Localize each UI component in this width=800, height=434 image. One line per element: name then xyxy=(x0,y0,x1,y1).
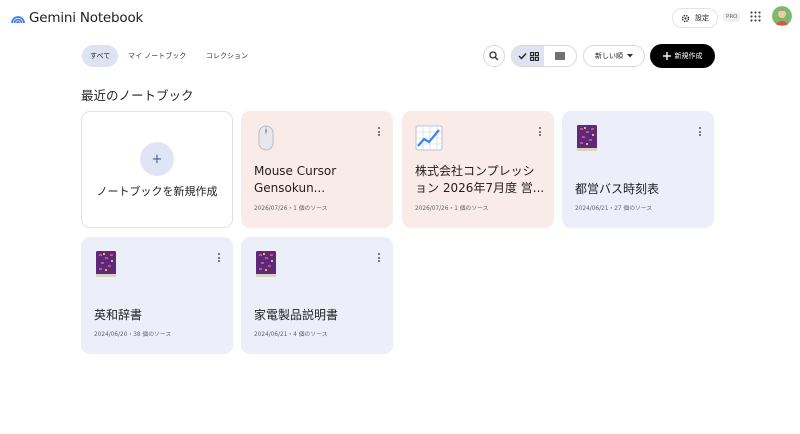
notebook-meta: 2024/06/20・38 個のソース xyxy=(94,332,172,338)
app-logo[interactable]: Gemini Notebook xyxy=(11,10,143,26)
view-toggle xyxy=(511,45,577,67)
list-view-button[interactable] xyxy=(544,46,576,66)
notebook-title: 都営バス時刻表 xyxy=(575,182,660,196)
app-title: Gemini Notebook xyxy=(29,10,144,26)
top-bar: Gemini Notebook 設定 PRO xyxy=(0,0,800,36)
create-new-label: 新規作成 xyxy=(674,52,703,60)
pro-badge: PRO xyxy=(723,12,741,22)
plus-icon xyxy=(662,52,671,60)
more-options-icon[interactable] xyxy=(374,253,384,267)
filter-chip-my-notebooks[interactable]: マイ ノートブック xyxy=(120,45,194,67)
notebook-title: Mouse Cursor Gensokun... xyxy=(254,164,337,195)
list-icon xyxy=(555,52,565,60)
caret-down-icon xyxy=(627,54,633,58)
notebook-card[interactable]: 英和辞書 2024/06/20・38 個のソース xyxy=(81,237,233,354)
notebook-title: 英和辞書 xyxy=(94,308,143,322)
book-icon xyxy=(577,125,597,151)
more-options-icon[interactable] xyxy=(374,127,384,141)
notebook-card[interactable]: 都営バス時刻表 2024/06/21・27 個のソース xyxy=(562,111,714,228)
avatar-image xyxy=(772,6,792,26)
sort-label: 新しい順 xyxy=(595,52,623,60)
settings-label: 設定 xyxy=(695,14,709,22)
filter-toolbar: すべて マイ ノートブック コレクション 新しい順 新規作成 xyxy=(0,44,800,68)
chart-increasing-icon xyxy=(415,125,443,151)
sort-dropdown[interactable]: 新しい順 xyxy=(583,45,645,67)
book-icon xyxy=(96,251,116,277)
more-options-icon[interactable] xyxy=(695,127,705,141)
notebook-title: 家電製品説明書 xyxy=(254,308,339,322)
notebook-meta: 2024/06/21・27 個のソース xyxy=(575,206,653,212)
computer-mouse-icon xyxy=(258,125,274,151)
avatar[interactable] xyxy=(772,6,792,26)
create-notebook-card[interactable]: + ノートブックを新規作成 xyxy=(81,111,233,228)
notebook-card[interactable]: 家電製品説明書 2024/06/21・4 個のソース xyxy=(241,237,393,354)
section-title: 最近のノートブック xyxy=(81,88,194,103)
filter-chip-collections[interactable]: コレクション xyxy=(198,45,256,67)
notebook-card[interactable]: 株式会社コンプレッション 2026年7月度 営... 2026/07/26・1 … xyxy=(402,111,554,228)
notebook-meta: 2024/06/21・4 個のソース xyxy=(254,332,328,338)
create-notebook-label: ノートブックを新規作成 xyxy=(96,185,218,198)
book-icon xyxy=(256,251,276,277)
grid-icon xyxy=(529,51,539,61)
grid-view-button[interactable] xyxy=(512,46,544,66)
notebook-title: 株式会社コンプレッション 2026年7月度 営... xyxy=(415,164,545,195)
create-new-button[interactable]: 新規作成 xyxy=(650,44,715,68)
search-icon xyxy=(489,51,499,61)
more-options-icon[interactable] xyxy=(535,127,545,141)
notebook-meta: 2026/07/26・1 個のソース xyxy=(415,206,489,212)
settings-button[interactable]: 設定 xyxy=(672,8,718,28)
filter-chip-all[interactable]: すべて xyxy=(82,45,119,67)
notebook-meta: 2026/07/26・1 個のソース xyxy=(254,206,328,212)
apps-grid-icon[interactable] xyxy=(750,11,761,22)
gemini-logo-icon xyxy=(11,16,25,24)
notebook-card[interactable]: Mouse Cursor Gensokun... 2026/07/26・1 個の… xyxy=(241,111,393,228)
search-button[interactable] xyxy=(483,45,505,67)
gear-icon xyxy=(681,14,690,22)
more-options-icon[interactable] xyxy=(214,253,224,267)
check-icon xyxy=(518,53,527,60)
plus-circle-icon: + xyxy=(140,142,174,176)
